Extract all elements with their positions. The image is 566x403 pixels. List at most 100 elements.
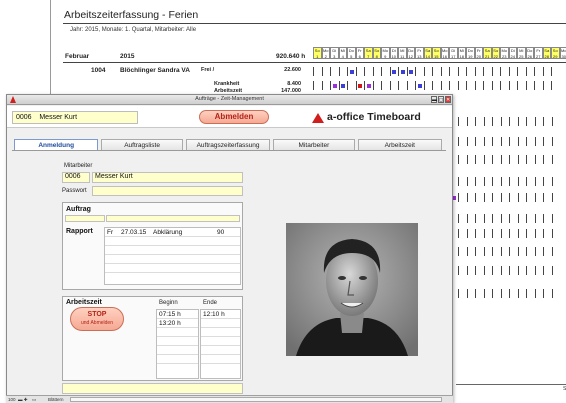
end-label: Ende	[203, 300, 218, 306]
calendar-mark-cell	[534, 117, 544, 126]
close-button[interactable]: ✕	[445, 96, 451, 103]
begin-time[interactable]	[157, 337, 198, 346]
day-of-week: Do	[467, 48, 473, 53]
calendar-mark-cell	[542, 67, 552, 76]
end-time[interactable]	[201, 337, 240, 346]
rapport-row[interactable]	[105, 237, 240, 246]
calendar-mark-cell	[551, 229, 561, 238]
end-time[interactable]	[201, 355, 240, 364]
calendar-mark-cell	[526, 266, 535, 275]
calendar-mark-cell	[509, 137, 518, 146]
calendar-mark-cell	[398, 81, 407, 90]
day-number: 3	[333, 53, 336, 59]
calendar-mark-cell	[517, 214, 527, 223]
stop-sublabel: und Abmelden	[81, 320, 113, 326]
zoom-stepper-icon[interactable]: ▬ ✚	[18, 397, 28, 403]
calendar-mark-cell	[509, 214, 518, 223]
message-field[interactable]	[62, 383, 243, 394]
calendar-mark-cell	[525, 67, 535, 76]
calendar-mark-cell	[355, 67, 365, 76]
calendar-marker	[341, 83, 345, 88]
window-titlebar[interactable]: Aufträge - Zeit-Management ▬ ◻ ✕	[7, 95, 452, 105]
calendar-mark-cell	[517, 137, 527, 146]
end-time[interactable]: 12:10 h	[201, 310, 240, 319]
day-header-cell: Mo 16	[440, 47, 449, 59]
calendar-mark-cell	[509, 247, 518, 256]
employee-name-field[interactable]: Messer Kurt	[92, 172, 243, 183]
employee-id-field[interactable]: 0006	[62, 172, 90, 183]
calendar-mark-cell	[458, 177, 467, 186]
horizontal-scrollbar[interactable]	[70, 397, 442, 402]
calendar-mark-cell	[475, 247, 484, 256]
calendar-mark-cell	[492, 193, 501, 202]
day-header-cell: So 29	[551, 47, 560, 59]
calendar-mark-cell	[508, 81, 518, 90]
calendar-mark-cell	[466, 81, 475, 90]
password-field[interactable]	[92, 186, 243, 196]
rapport-label: Rapport	[66, 228, 93, 235]
begin-times-list[interactable]: 07:15 h 13:20 h	[156, 309, 199, 379]
calendar-mark-cell	[492, 247, 501, 256]
begin-time[interactable]: 13:20 h	[157, 319, 198, 328]
calendar-mark-cell	[458, 155, 467, 164]
calendar-mark-cell	[517, 266, 527, 275]
begin-time[interactable]	[157, 328, 198, 337]
day-number: 13	[417, 53, 422, 59]
rapport-row[interactable]	[105, 246, 240, 255]
calendar-mark-cell	[432, 81, 441, 90]
stop-and-logout-button[interactable]: STOP und Abmelden	[70, 307, 124, 331]
begin-label: Beginn	[159, 300, 178, 306]
day-number: 19	[468, 53, 473, 59]
logout-button[interactable]: Abmelden	[199, 110, 269, 124]
calendar-mark-cell	[517, 117, 527, 126]
calendar-mark-cell	[475, 193, 484, 202]
calendar-mark-cell	[466, 214, 476, 223]
report-category-frei: Frei /	[201, 67, 215, 73]
calendar-mark-cell	[338, 81, 348, 90]
employee-label: Mitarbeiter	[64, 163, 93, 169]
day-header-cell: Do 19	[466, 47, 475, 59]
day-header-cell: Do 5	[347, 47, 356, 59]
begin-time[interactable]	[157, 346, 198, 355]
calendar-mark-cell	[475, 117, 484, 126]
day-of-week: So	[433, 48, 439, 53]
calendar-mark-cell	[534, 67, 543, 76]
end-time[interactable]	[201, 319, 240, 328]
status-bar: 100 ▬ ✚ ▭ Blättern	[6, 395, 453, 403]
calendar-mark-cell	[492, 289, 501, 298]
calendar-mark-cell	[466, 289, 476, 298]
end-times-list[interactable]: 12:10 h	[200, 309, 241, 379]
day-number: 27	[536, 53, 541, 59]
begin-time[interactable]: 07:15 h	[157, 310, 198, 319]
calendar-mark-cell	[509, 229, 518, 238]
report-year: 2015	[120, 53, 135, 60]
auftrag-field-a[interactable]	[65, 215, 105, 222]
layout-toggle-icon[interactable]: ▭	[32, 397, 36, 403]
day-number: 18	[459, 53, 464, 59]
day-header-cell: Sa 21	[483, 47, 492, 59]
report-title-rule	[63, 23, 566, 24]
begin-time[interactable]	[157, 355, 198, 364]
report-value-frei: 22.600	[284, 67, 301, 73]
end-time[interactable]	[201, 346, 240, 355]
rapport-row[interactable]: Fr 27.03.15 Abklärung 90	[105, 228, 240, 237]
day-header-cell: Fr 27	[534, 47, 543, 59]
auftrag-field-b[interactable]	[106, 215, 240, 222]
calendar-marker	[349, 69, 354, 74]
calendar-mark-cell	[508, 67, 518, 76]
calendar-mark-cell	[330, 81, 339, 90]
calendar-mark-cell	[509, 193, 518, 202]
calendar-mark-cell	[517, 247, 527, 256]
calendar-mark-cell	[500, 214, 510, 223]
rapport-row[interactable]	[105, 255, 240, 264]
calendar-mark-cell	[492, 155, 501, 164]
minimize-button[interactable]: ▬	[431, 96, 437, 103]
tab-divider	[12, 150, 446, 151]
rapport-row[interactable]	[105, 264, 240, 273]
day-header-cell: So 22	[491, 47, 500, 59]
maximize-button[interactable]: ◻	[438, 96, 444, 103]
zoom-level[interactable]: 100	[8, 397, 16, 402]
calendar-mark-cell	[500, 193, 510, 202]
rapport-grid[interactable]: Fr 27.03.15 Abklärung 90	[104, 227, 241, 285]
end-time[interactable]	[201, 328, 240, 337]
